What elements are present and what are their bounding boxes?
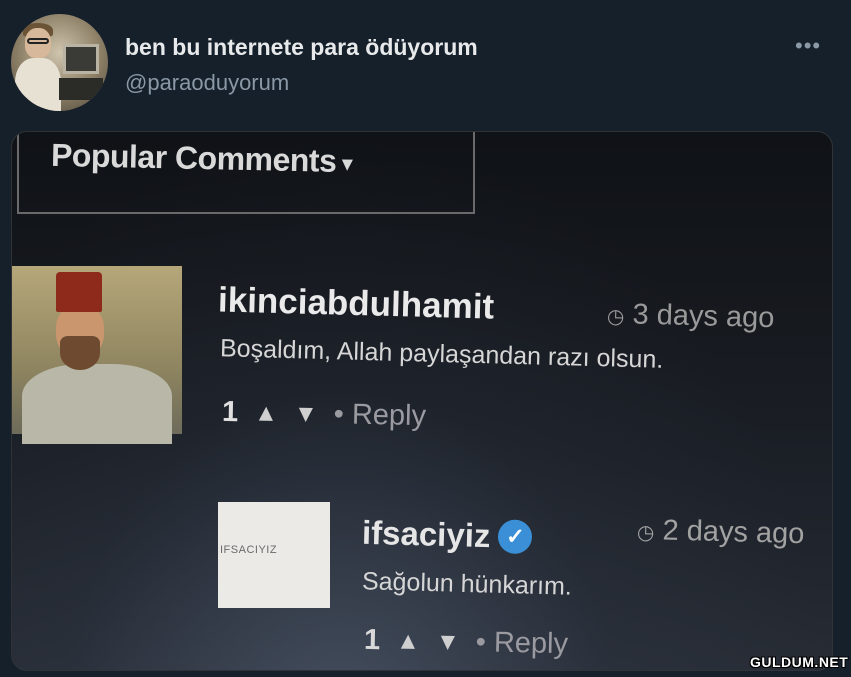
comment-username-1: ikinciabdulhamit [217, 280, 495, 327]
avatar-computer-base [59, 78, 103, 100]
thumbs-up-icon: ▲ [395, 627, 421, 655]
clock-icon: ◷ [636, 521, 655, 545]
comment-time-2: ◷ 2 days ago [637, 514, 805, 551]
profile-avatar[interactable] [11, 14, 108, 111]
clock-icon: ◷ [606, 305, 625, 329]
more-options-icon[interactable]: ••• [795, 35, 831, 57]
comment-actions-2: 1 ▲ ▼ • Reply [364, 624, 569, 661]
sort-dropdown-label: Popular Comments ▾ [51, 137, 353, 180]
comment-username-text-2: ifsaciyiz [361, 513, 491, 555]
comment-time-1: ◷ 3 days ago [607, 298, 775, 335]
thumbs-up-icon: ▲ [253, 399, 279, 427]
reply-link-1: • Reply [333, 398, 427, 433]
comment-time-text-1: 3 days ago [632, 298, 775, 335]
comment-text-2: Sağolun hünkarım. [361, 567, 573, 601]
avatar-shirt [15, 58, 61, 111]
display-name[interactable]: ben bu internete para ödüyorum [125, 34, 478, 61]
comment-username-2: ifsaciyiz ✓ [362, 514, 533, 556]
comment-avatar-2: IFSACIYIZ [218, 502, 330, 608]
like-count-1: 1 [221, 395, 239, 429]
sort-label-text: Popular Comments [50, 136, 337, 179]
avatar-coat [22, 364, 172, 444]
sort-dropdown-box: Popular Comments ▾ [17, 132, 475, 214]
comment-time-text-2: 2 days ago [662, 514, 805, 551]
user-handle[interactable]: @paraoduyorum [125, 70, 289, 96]
comment-actions-1: 1 ▲ ▼ • Reply [222, 396, 427, 433]
avatar-beard [60, 336, 100, 370]
comment-avatar-1 [12, 266, 182, 444]
avatar-fez [56, 272, 102, 312]
thumbs-down-icon: ▼ [435, 627, 460, 656]
avatar-glasses [27, 38, 49, 44]
tweet-media-image[interactable]: Popular Comments ▾ ikinciabdulhamit ◷ 3 d… [11, 131, 833, 671]
chevron-down-icon: ▾ [342, 152, 353, 176]
reply-link-2: • Reply [475, 626, 569, 661]
avatar-computer [63, 44, 99, 74]
site-watermark: GULDUM.NET [750, 654, 849, 670]
avatar-logo-text: IFSACIYIZ [220, 544, 278, 556]
verified-check-icon: ✓ [497, 519, 533, 555]
thumbs-down-icon: ▼ [293, 399, 318, 428]
like-count-2: 1 [363, 623, 381, 657]
